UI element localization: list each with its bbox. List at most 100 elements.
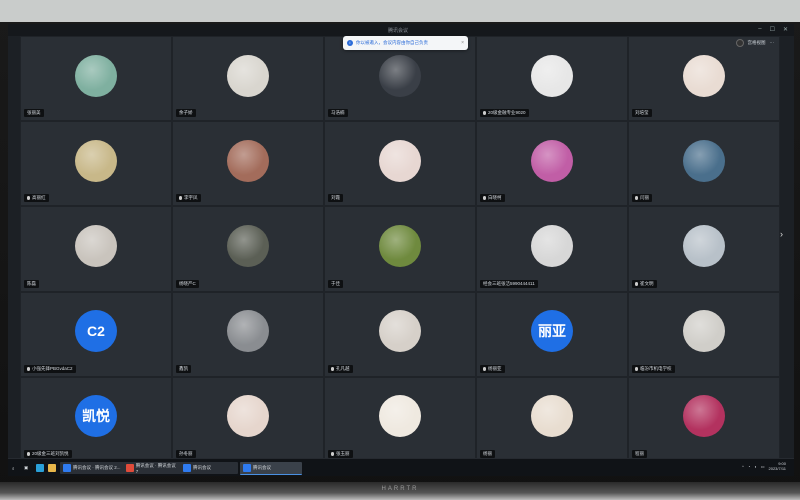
microphone-icon <box>331 366 334 371</box>
participant-name-tag: 20级金三班刘凯悦 <box>24 449 72 458</box>
participant-tile[interactable]: 经会三班张洁5990444411 <box>476 206 628 292</box>
avatar <box>531 395 573 438</box>
participant-name-tag: 崔文明 <box>632 279 657 288</box>
participant-tile[interactable]: 临汾市机电学校 <box>628 291 780 377</box>
info-icon: i <box>347 40 353 46</box>
avatar <box>379 54 421 97</box>
participant-tile[interactable]: 张玉丽 <box>324 376 476 462</box>
avatar <box>75 139 117 182</box>
participant-name-tag: 杨晓严C <box>176 279 199 288</box>
participant-name: 张玉丽 <box>336 450 350 456</box>
system-tray: ^ ◔ ◖ ▭ 9:00 2023/7/11 <box>742 461 786 471</box>
avatar <box>683 395 725 438</box>
maximize-icon[interactable]: ☐ <box>770 26 775 33</box>
toast-text: 你以被邀入，会议内容由你自己负责 <box>356 40 428 45</box>
participant-tile[interactable]: 刘培莹 <box>628 36 780 122</box>
participant-name-tag: 李宇凤 <box>176 194 201 203</box>
avatar <box>75 224 117 267</box>
participant-name: 孔凡越 <box>336 365 350 371</box>
task-view-icon[interactable]: ▣ <box>24 462 28 474</box>
participant-tile[interactable]: C2 小强先锋PBGvdaC2 <box>20 291 172 377</box>
search-icon[interactable]: ⌕ <box>12 462 15 474</box>
avatar <box>227 54 269 97</box>
participant-name: 杨丽 <box>483 450 492 456</box>
app-icon <box>183 464 191 472</box>
participant-name-tag: 余子娇 <box>176 109 196 118</box>
avatar <box>683 224 725 267</box>
participant-tile[interactable]: 陈磊 <box>20 206 172 292</box>
participant-tile[interactable]: 杨丽 <box>476 376 628 462</box>
avatar <box>683 310 725 353</box>
taskbar-app-label: 腾讯会议 <box>253 465 271 470</box>
microphone-icon <box>27 366 30 371</box>
avatar <box>379 224 421 267</box>
avatar <box>227 395 269 438</box>
participant-name: 20级金融专业9020 <box>488 110 526 116</box>
participant-name-tag: 鑫凯 <box>176 364 191 373</box>
toast-close-button[interactable]: × <box>461 40 464 46</box>
participant-name: 杨丽亚 <box>488 365 502 371</box>
avatar <box>683 54 725 97</box>
avatar <box>227 224 269 267</box>
taskbar-app-button[interactable]: 腾讯会议 <box>180 462 238 474</box>
microphone-icon <box>483 196 486 201</box>
participant-tile[interactable]: 程丽 <box>628 376 780 462</box>
wifi-icon[interactable]: ◔ <box>748 464 750 469</box>
edge-browser-icon[interactable] <box>36 462 44 474</box>
clock[interactable]: 9:00 2023/7/11 <box>769 461 787 471</box>
participant-tile[interactable]: 高丽红 <box>20 121 172 207</box>
volume-icon[interactable]: ◖ <box>754 464 756 469</box>
close-icon[interactable]: ✕ <box>783 26 788 33</box>
participant-name-tag: 刘培莹 <box>632 109 652 118</box>
microphone-icon <box>635 366 638 371</box>
battery-icon[interactable]: ▭ <box>761 464 765 469</box>
view-toggle[interactable]: 宫格视图 ⋯ <box>735 39 775 47</box>
app-icon <box>126 464 134 472</box>
participant-name: 刘培莹 <box>635 110 649 116</box>
participant-name-tag: 程丽 <box>632 449 647 458</box>
participant-name: 鑫凯 <box>179 365 188 371</box>
participant-tile[interactable]: 白晓柯 <box>476 121 628 207</box>
participant-tile[interactable]: 20级金融专业9020 <box>476 36 628 122</box>
taskbar-app-button[interactable]: 腾讯会议 · 腾讯会议 7 <box>123 462 181 474</box>
participant-tile[interactable]: 孔凡越 <box>324 291 476 377</box>
participant-tile[interactable]: 余子娇 <box>172 36 324 122</box>
minimize-icon[interactable]: – <box>758 26 761 33</box>
participant-name-tag: 马浩楠 <box>328 109 348 118</box>
avatar <box>531 139 573 182</box>
participant-tile[interactable]: 孙冬丽 <box>172 376 324 462</box>
participant-name: 陈磊 <box>27 280 36 286</box>
microphone-icon <box>331 451 334 456</box>
avatar <box>379 139 421 182</box>
app-icon <box>243 464 251 472</box>
participant-tile[interactable]: 李宇凤 <box>172 121 324 207</box>
chevron-up-icon[interactable]: ^ <box>742 464 744 469</box>
participant-name-tag: 于佳 <box>328 279 343 288</box>
participant-tile[interactable]: 刘霞 <box>324 121 476 207</box>
participant-name-tag: 杨丽 <box>480 449 495 458</box>
avatar-initials: C2 <box>75 310 117 353</box>
participant-name: 杨晓严C <box>179 280 196 286</box>
taskbar-app-button[interactable]: 腾讯会议 <box>240 462 302 475</box>
participant-tile[interactable]: 杨晓严C <box>172 206 324 292</box>
participant-tile[interactable]: 丽亚 杨丽亚 <box>476 291 628 377</box>
taskbar-app-button[interactable]: 腾讯会议 · 腾讯会议 2... <box>60 462 124 474</box>
participant-name: 余子娇 <box>179 110 193 116</box>
participant-name-tag: 20级金融专业9020 <box>480 109 529 118</box>
participant-tile[interactable]: 于佳 <box>324 206 476 292</box>
taskbar-app-label: 腾讯会议 · 腾讯会议 2... <box>73 465 121 470</box>
notification-toast: i 你以被邀入，会议内容由你自己负责 × <box>343 36 468 50</box>
grid-view-icon <box>735 39 744 47</box>
file-explorer-icon[interactable] <box>48 462 56 474</box>
participant-tile[interactable]: 鑫凯 <box>172 291 324 377</box>
participant-name-tag: 孔凡越 <box>328 364 353 373</box>
participant-name: 20级金三班刘凯悦 <box>32 450 69 456</box>
participant-tile[interactable]: 张丽美 <box>20 36 172 122</box>
participant-tile[interactable]: 闫丽 <box>628 121 780 207</box>
participant-tile[interactable]: 凯悦 20级金三班刘凯悦 <box>20 376 172 462</box>
avatar <box>75 54 117 97</box>
more-icon[interactable]: ⋯ <box>770 40 775 46</box>
next-page-arrow-icon[interactable]: › <box>780 229 783 239</box>
app-icon <box>63 464 71 472</box>
participant-tile[interactable]: 崔文明 <box>628 206 780 292</box>
